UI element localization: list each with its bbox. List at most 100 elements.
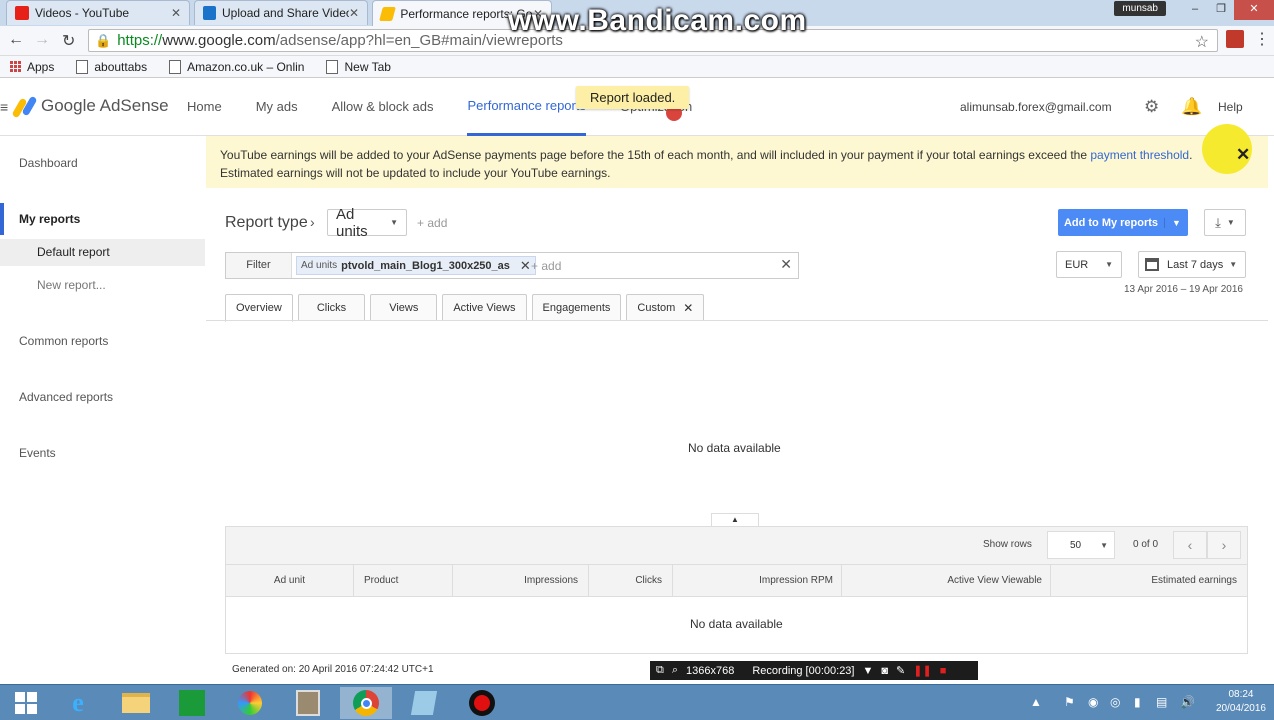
- tab-clicks[interactable]: Clicks: [297, 294, 366, 321]
- add-dimension-link[interactable]: + add: [417, 216, 447, 230]
- sidebar-item-my-reports[interactable]: My reports: [19, 212, 80, 226]
- close-icon[interactable]: ✕: [1236, 145, 1250, 165]
- internet-explorer-icon[interactable]: e: [52, 687, 104, 719]
- date-range-dropdown[interactable]: Last 7 days ▼: [1138, 251, 1246, 278]
- file-explorer-icon[interactable]: [110, 687, 162, 719]
- pencil-icon[interactable]: ✎: [896, 664, 905, 677]
- forward-icon[interactable]: →: [34, 31, 50, 49]
- window-close-button[interactable]: ✕: [1234, 0, 1274, 20]
- sidebar-item-advanced-reports[interactable]: Advanced reports: [19, 390, 113, 404]
- tab-label: Upload and Share Videos: [222, 6, 349, 20]
- column-header-active-view-viewable[interactable]: Active View Viewable: [842, 565, 1051, 596]
- battery-icon[interactable]: ▮: [1134, 695, 1141, 709]
- maximize-button[interactable]: ❐: [1208, 0, 1234, 20]
- column-header-estimated-earnings[interactable]: Estimated earnings: [1051, 565, 1247, 596]
- clear-filter-icon[interactable]: ✕: [780, 256, 792, 273]
- sidebar: Dashboard My reports Default report New …: [0, 136, 206, 684]
- add-filter-link[interactable]: + add: [531, 259, 561, 273]
- tray-arrow-icon[interactable]: ▲: [1030, 695, 1042, 709]
- bell-icon[interactable]: 🔔: [1181, 97, 1202, 117]
- table-toolbar: Show rows 50 ▼ 0 of 0 ‹ ›: [226, 527, 1247, 565]
- menu-icon[interactable]: ⋮: [1254, 29, 1270, 49]
- bookmark-star-icon[interactable]: ☆: [1195, 32, 1209, 52]
- notes-app-icon[interactable]: [398, 687, 450, 719]
- dropdown-icon[interactable]: ▼: [863, 665, 874, 677]
- paint-icon[interactable]: [224, 687, 276, 719]
- chrome-icon[interactable]: [340, 687, 392, 719]
- app-tray-icon[interactable]: ◎: [1110, 695, 1120, 709]
- reload-icon[interactable]: ↻: [62, 31, 75, 51]
- media-app-icon[interactable]: [282, 687, 334, 719]
- magnifier-icon[interactable]: ⌕: [672, 664, 678, 677]
- tab-label: Engagements: [542, 302, 611, 314]
- remove-filter-icon[interactable]: ✕: [520, 258, 531, 274]
- bookmark-item[interactable]: New Tab: [326, 59, 391, 74]
- caret-down-icon[interactable]: ▼: [1164, 217, 1188, 228]
- next-page-button[interactable]: ›: [1207, 531, 1241, 559]
- report-type-dropdown[interactable]: Ad units ▼: [327, 206, 407, 240]
- nav-allow-block-ads[interactable]: Allow & block ads: [332, 79, 434, 136]
- close-tab-icon[interactable]: ✕: [171, 6, 181, 20]
- adsense-icon: [379, 6, 397, 21]
- close-icon[interactable]: ✕: [683, 301, 693, 315]
- tab-active-views[interactable]: Active Views: [442, 294, 527, 321]
- browser-tab-upload[interactable]: Upload and Share Videos ✕: [194, 0, 368, 25]
- store-icon[interactable]: [166, 687, 218, 719]
- rows-per-page-dropdown[interactable]: 50 ▼: [1047, 531, 1115, 559]
- browser-tab-youtube[interactable]: Videos - YouTube ✕: [6, 0, 190, 25]
- sidebar-item-default-report[interactable]: Default report: [37, 245, 110, 259]
- tab-custom[interactable]: Custom ✕: [626, 294, 705, 321]
- previous-page-button[interactable]: ‹: [1173, 531, 1207, 559]
- help-link[interactable]: Help: [1218, 100, 1243, 114]
- sidebar-item-events[interactable]: Events: [19, 446, 56, 460]
- volume-icon[interactable]: 🔊: [1180, 695, 1195, 709]
- nav-home[interactable]: Home: [187, 79, 222, 136]
- column-header-impression-rpm[interactable]: Impression RPM: [673, 565, 842, 596]
- bookmark-item[interactable]: abouttabs: [76, 59, 147, 74]
- window-controls: – ❐ ✕: [1182, 0, 1274, 20]
- sidebar-item-common-reports[interactable]: Common reports: [19, 334, 108, 348]
- pause-icon[interactable]: ❚❚: [913, 664, 931, 677]
- nav-performance-reports[interactable]: Performance reports: [467, 79, 586, 136]
- filter-chip[interactable]: Ad units ptvold_main_Blog1_300x250_as ✕: [296, 256, 536, 275]
- filter-label[interactable]: Filter: [226, 253, 292, 278]
- gear-icon[interactable]: ⚙: [1144, 97, 1159, 117]
- column-header-product[interactable]: Product: [354, 565, 453, 596]
- bookmark-apps[interactable]: Apps: [10, 60, 54, 74]
- flag-icon[interactable]: ⚑: [1064, 695, 1075, 709]
- nav-my-ads[interactable]: My ads: [256, 79, 298, 136]
- column-header-impressions[interactable]: Impressions: [453, 565, 589, 596]
- column-header-ad-unit[interactable]: Ad unit: [226, 565, 354, 596]
- window-mode-icon[interactable]: ⧉: [656, 664, 664, 677]
- close-tab-icon[interactable]: ✕: [349, 6, 359, 20]
- payment-threshold-link[interactable]: payment threshold: [1090, 148, 1189, 162]
- adsense-logo[interactable]: Google AdSense: [11, 95, 169, 119]
- tab-engagements[interactable]: Engagements: [531, 294, 622, 321]
- currency-dropdown[interactable]: EUR ▼: [1056, 251, 1122, 278]
- bandicam-icon[interactable]: [456, 687, 508, 719]
- caret-down-icon: ▼: [1100, 540, 1108, 550]
- start-button[interactable]: [0, 687, 52, 719]
- caret-down-icon: ▼: [1229, 260, 1238, 269]
- table-header: Ad unit Product Impressions Clicks Impre…: [226, 565, 1247, 597]
- sidebar-item-dashboard[interactable]: Dashboard: [19, 156, 78, 170]
- download-button[interactable]: ⤓ ▼: [1204, 209, 1246, 236]
- column-header-clicks[interactable]: Clicks: [589, 565, 673, 596]
- browser-user-badge[interactable]: munsab: [1114, 1, 1166, 16]
- bookmark-item[interactable]: Amazon.co.uk – Onlin: [169, 59, 304, 74]
- add-to-my-reports-button[interactable]: Add to My reports ▼: [1058, 209, 1188, 236]
- minimize-button[interactable]: –: [1182, 0, 1208, 20]
- account-email[interactable]: alimunsab.forex@gmail.com: [960, 100, 1112, 114]
- sidebar-item-new-report[interactable]: New report...: [37, 278, 106, 292]
- menu-icon[interactable]: ≡: [0, 99, 8, 115]
- network-icon[interactable]: ▤: [1156, 695, 1167, 709]
- tab-overview[interactable]: Overview: [225, 294, 293, 322]
- antivirus-icon[interactable]: ◉: [1088, 695, 1098, 709]
- collapse-chart-toggle[interactable]: ▲: [711, 513, 759, 526]
- back-icon[interactable]: ←: [8, 31, 24, 49]
- system-clock[interactable]: 08:24 20/04/2016: [1216, 688, 1266, 716]
- camera-icon[interactable]: ◙: [881, 665, 888, 677]
- stop-record-icon[interactable]: ■: [940, 665, 947, 677]
- extension-icon[interactable]: [1226, 30, 1244, 48]
- tab-views[interactable]: Views: [370, 294, 438, 321]
